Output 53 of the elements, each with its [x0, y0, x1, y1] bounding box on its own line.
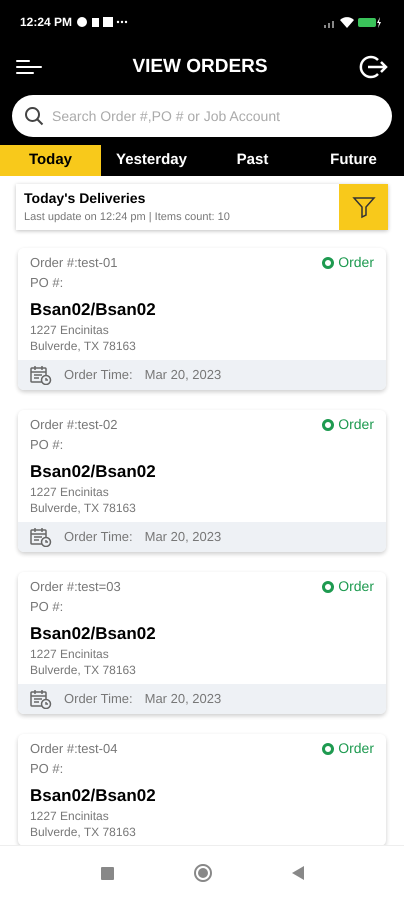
menu-icon[interactable] — [16, 59, 42, 75]
date-tab[interactable]: Today — [0, 145, 101, 176]
address-line: 1227 Encinitas — [30, 646, 110, 662]
address-line: Bulverde, TX 78163 — [30, 662, 137, 678]
order-card[interactable]: Order #:test=03 Order PO #: Bsan02/Bsan02 1227 Encinitas Bulverde, TX 78163 Order Time: Mar 20, 2023 — [18, 572, 386, 714]
calendar-clock-icon — [30, 527, 52, 547]
order-number: Order #:test-04 — [30, 740, 118, 758]
order-time-label: Order Time: — [64, 366, 133, 384]
filter-button[interactable] — [339, 184, 388, 230]
summary-subtitle: Last update on 12:24 pm | Items count: 10 — [24, 210, 230, 226]
order-status: Order — [338, 253, 374, 272]
back-button[interactable] — [292, 866, 304, 880]
customer-name: Bsan02/Bsan02 — [30, 622, 157, 644]
customer-name: Bsan02/Bsan02 — [30, 784, 157, 806]
order-number: Order #:test-02 — [30, 416, 118, 434]
logout-icon[interactable] — [358, 54, 388, 80]
calendar-clock-icon — [30, 365, 52, 385]
order-status: Order — [338, 415, 374, 434]
order-number: Order #:test-01 — [30, 254, 118, 272]
status-time: 12:24 PM — [20, 14, 72, 31]
customer-name: Bsan02/Bsan02 — [30, 298, 157, 320]
home-button[interactable] — [194, 864, 212, 882]
order-time-label: Order Time: — [64, 690, 133, 708]
address-line: 1227 Encinitas — [30, 808, 110, 824]
order-card[interactable]: Order #:test-04 Order PO #: Bsan02/Bsan02 1227 Encinitas Bulverde, TX 78163 — [18, 734, 386, 845]
address-line: Bulverde, TX 78163 — [30, 338, 137, 354]
search-field[interactable]: Search Order #,PO # or Job Account — [12, 95, 392, 137]
calendar-clock-icon — [30, 689, 52, 709]
order-card[interactable]: Order #:test-02 Order PO #: Bsan02/Bsan02 1227 Encinitas Bulverde, TX 78163 Order Time: Mar 20, 2023 — [18, 410, 386, 552]
order-time-value: Mar 20, 2023 — [144, 690, 222, 708]
recents-button[interactable] — [100, 866, 114, 880]
order-status: Order — [338, 739, 374, 758]
order-time-value: Mar 20, 2023 — [144, 528, 222, 546]
status-icons — [76, 16, 128, 28]
po-number: PO #: — [30, 436, 64, 454]
search-icon — [24, 106, 44, 126]
order-time-label: Order Time: — [64, 528, 133, 546]
po-number: PO #: — [30, 598, 64, 616]
filter-icon — [352, 195, 376, 219]
po-number: PO #: — [30, 274, 64, 292]
customer-name: Bsan02/Bsan02 — [30, 460, 157, 482]
order-time-value: Mar 20, 2023 — [144, 366, 222, 384]
signal-wifi-battery-icon — [324, 16, 384, 28]
address-line: 1227 Encinitas — [30, 484, 110, 500]
po-number: PO #: — [30, 760, 64, 778]
address-line: Bulverde, TX 78163 — [30, 824, 137, 840]
order-card[interactable]: Order #:test-01 Order PO #: Bsan02/Bsan02 1227 Encinitas Bulverde, TX 78163 Order Time: Mar 20, 2023 — [18, 248, 386, 390]
summary-title: Today's Deliveries — [24, 189, 146, 208]
address-line: Bulverde, TX 78163 — [30, 500, 137, 516]
page-title: VIEW ORDERS — [132, 54, 268, 79]
order-number: Order #:test=03 — [30, 578, 121, 596]
order-status: Order — [338, 577, 374, 596]
address-line: 1227 Encinitas — [30, 322, 110, 338]
